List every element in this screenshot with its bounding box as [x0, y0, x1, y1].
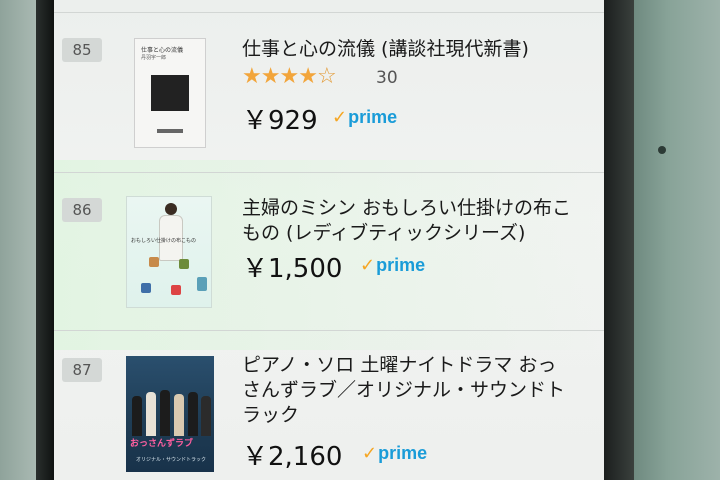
prime-check-icon: ✓: [362, 442, 378, 464]
prime-label: prime: [376, 254, 426, 275]
cover-figure: [201, 396, 211, 436]
star-full-icon: ★: [279, 64, 299, 89]
cover-figure: [165, 203, 177, 215]
price: ￥1,500: [242, 254, 343, 284]
cover-publisher-mark: [157, 129, 183, 133]
cover-subtitle: オリジナル・サウンドトラック: [136, 457, 207, 463]
product-title[interactable]: 主婦のミシン おもしろい仕掛けの布こ もの (レディブティックシリーズ): [242, 196, 582, 246]
cover-title: 仕事と心の流儀: [141, 47, 184, 54]
star-rating[interactable]: ★ ★ ★ ★ ☆: [242, 64, 337, 89]
prime-check-icon: ✓: [332, 106, 348, 128]
book-cover[interactable]: 仕事と心の流儀 丹羽宇一郎: [134, 38, 206, 148]
book-cover[interactable]: おもしろい仕掛けの布こもの: [126, 196, 212, 308]
prime-badge: ✓ prime: [362, 442, 427, 464]
cover-item: [141, 283, 151, 293]
cover-item: [179, 259, 189, 269]
star-full-icon: ★: [260, 64, 281, 89]
product-title-line: ラック: [242, 404, 300, 426]
cover-item: [171, 285, 181, 295]
cover-figure: [174, 394, 184, 436]
cover-item: [197, 277, 207, 291]
cover-artwork: [151, 75, 189, 111]
case-hole: [658, 146, 666, 154]
star-empty-icon: ☆: [316, 64, 337, 89]
cover-item: [149, 257, 159, 267]
price: ￥929: [242, 106, 318, 136]
product-title-line: ピアノ・ソロ 土曜ナイトドラマ おっ: [242, 354, 557, 376]
cover-figure: [188, 392, 198, 436]
cover-figure: [132, 396, 142, 436]
prime-badge: ✓ prime: [360, 254, 425, 276]
divider: [54, 172, 604, 173]
phone-bezel-right: [604, 0, 634, 480]
star-full-icon: ★: [298, 64, 318, 89]
prime-label: prime: [348, 106, 398, 127]
product-title[interactable]: ピアノ・ソロ 土曜ナイトドラマ おっ さんずラブ／オリジナル・サウンドト ラック: [242, 353, 582, 428]
prime-check-icon: ✓: [360, 254, 376, 276]
desk-surface: [0, 0, 36, 480]
prime-badge: ✓ prime: [332, 106, 397, 128]
rank-badge: 85: [62, 38, 102, 62]
cover-subtitle: おもしろい仕掛けの布こもの: [131, 238, 197, 244]
product-title[interactable]: 仕事と心の流儀 (講談社現代新書): [242, 37, 582, 62]
product-title-line: さんずラブ／オリジナル・サウンドト: [242, 379, 566, 401]
cover-author: 丹羽宇一郎: [141, 55, 167, 61]
cover-figure: [160, 390, 170, 436]
divider: [54, 330, 604, 331]
rank-badge: 87: [62, 358, 102, 382]
product-title-line: もの (レディブティックシリーズ): [242, 222, 526, 244]
price: ￥2,160: [242, 442, 343, 472]
bestseller-list[interactable]: 85 仕事と心の流儀 丹羽宇一郎 仕事と心の流儀 (講談社現代新書) ★ ★ ★…: [54, 0, 604, 480]
cover-logo: おっさんずラブ: [130, 439, 194, 449]
album-cover[interactable]: おっさんずラブ オリジナル・サウンドトラック: [126, 356, 214, 472]
phone-case: [634, 0, 720, 480]
phone-bezel-left: [36, 0, 54, 480]
prime-label: prime: [378, 442, 428, 463]
product-title-line: 主婦のミシン おもしろい仕掛けの布こ: [242, 197, 572, 219]
cover-figure: [146, 392, 156, 436]
star-full-icon: ★: [242, 64, 262, 89]
review-count[interactable]: 30: [376, 68, 398, 88]
rank-badge: 86: [62, 198, 102, 222]
divider: [54, 12, 604, 13]
